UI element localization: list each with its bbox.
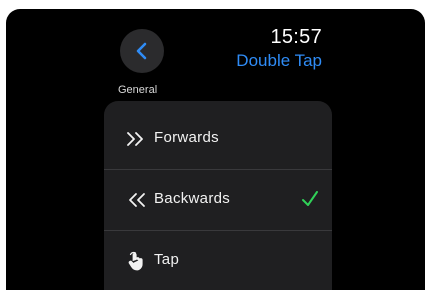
double-chevron-left-icon xyxy=(126,191,146,209)
option-tap[interactable]: Tap xyxy=(104,231,332,290)
option-label: Tap xyxy=(154,251,180,268)
checkmark-icon xyxy=(300,189,320,209)
chevron-left-icon xyxy=(135,42,149,60)
section-label: General xyxy=(118,84,158,96)
option-forwards[interactable]: Forwards xyxy=(104,109,332,169)
page-title: Double Tap xyxy=(236,51,322,70)
options-list: Forwards Backwards Tap xyxy=(104,101,332,290)
option-label: Forwards xyxy=(154,129,219,146)
clock-time: 15:57 xyxy=(270,26,322,48)
watch-screen: 15:57 Double Tap General Forwards Backwa… xyxy=(6,9,425,290)
device-frame: 15:57 Double Tap General Forwards Backwa… xyxy=(0,0,431,290)
back-button[interactable] xyxy=(120,29,164,73)
option-label: Backwards xyxy=(154,190,231,207)
option-backwards[interactable]: Backwards xyxy=(104,170,332,230)
double-chevron-right-icon xyxy=(126,130,146,148)
hand-tap-icon xyxy=(126,251,146,271)
